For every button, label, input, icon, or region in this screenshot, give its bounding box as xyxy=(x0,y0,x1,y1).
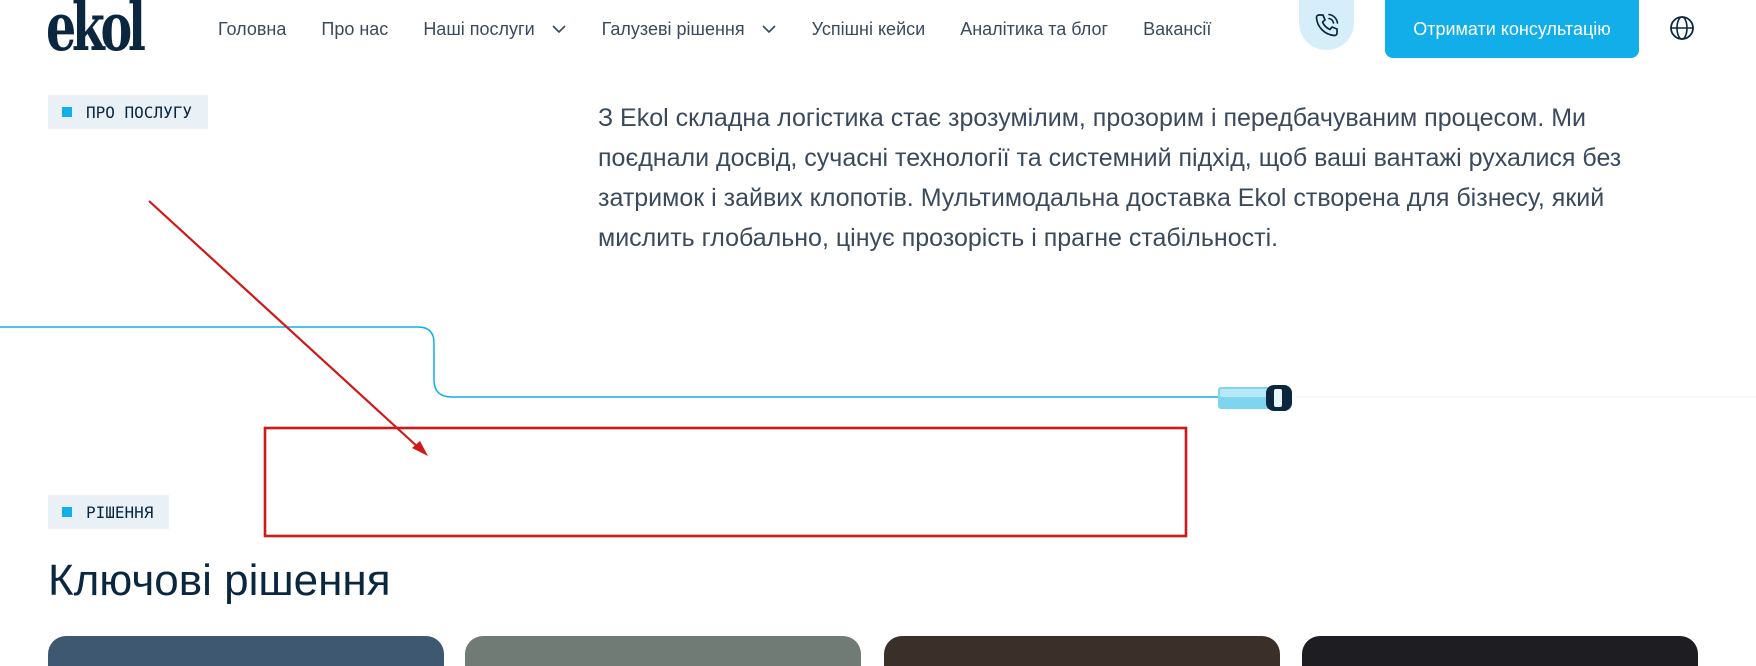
truck-icon xyxy=(1218,385,1292,411)
annotation-arrow xyxy=(148,200,428,456)
annotation-highlight-box xyxy=(263,426,1188,538)
solutions-tag: РІШЕННЯ xyxy=(48,495,170,529)
solution-card[interactable] xyxy=(1302,636,1698,666)
solution-card[interactable] xyxy=(465,636,861,666)
solutions-tag-label: РІШЕННЯ xyxy=(86,502,154,522)
route-line xyxy=(0,326,1220,398)
solution-card[interactable] xyxy=(884,636,1280,666)
section-heading: Ключові рішення xyxy=(48,556,391,605)
solution-card[interactable] xyxy=(48,636,444,666)
solutions-cards xyxy=(48,636,1698,666)
tag-square-icon xyxy=(62,507,72,517)
